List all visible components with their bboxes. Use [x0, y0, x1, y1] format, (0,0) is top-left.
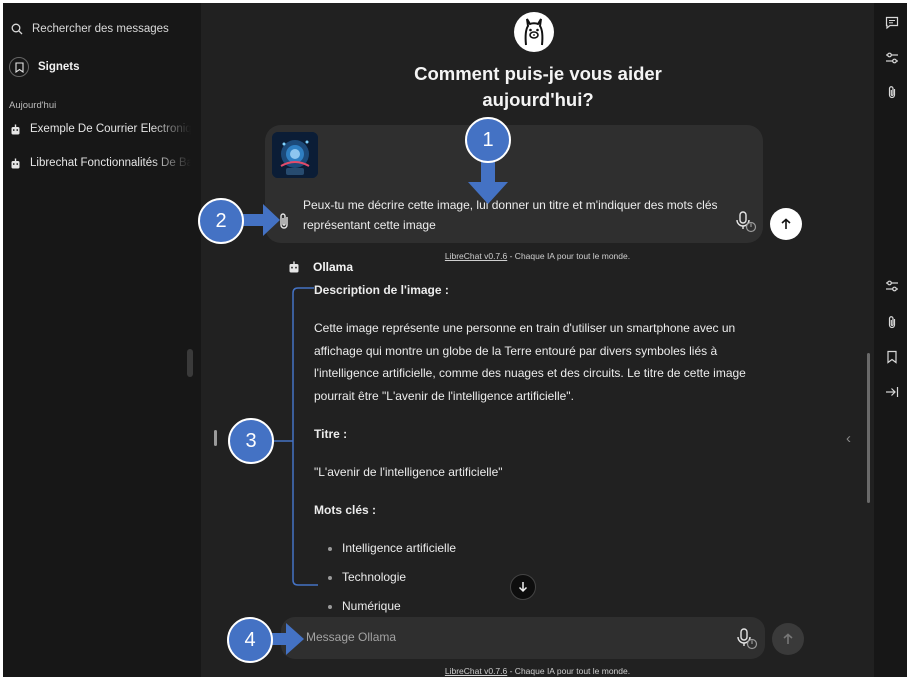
app-window: Rechercher des messages Signets Aujourd'…: [3, 3, 907, 677]
paperclip-icon[interactable]: [278, 212, 290, 230]
bookmark-icon[interactable]: [885, 350, 899, 364]
keyword-item: Technologie: [327, 566, 406, 589]
librechat-link[interactable]: LibreChat v0.7.6: [445, 251, 507, 261]
keywords-heading: Mots clés :: [314, 503, 377, 517]
fade-overlay: [151, 154, 191, 172]
sliders-icon[interactable]: [885, 279, 899, 293]
keyword-item: Intelligence artificielle: [327, 537, 456, 560]
message-input[interactable]: Message Ollama: [281, 617, 765, 659]
robot-icon: [11, 158, 20, 168]
search-icon: [11, 23, 23, 35]
fade-overlay: [151, 120, 191, 138]
bookmarks-label: Signets: [38, 61, 80, 73]
welcome-heading: Comment puis-je vous aider aujourd'hui?: [388, 61, 688, 113]
bot-name: Ollama: [313, 260, 354, 274]
description-heading: Description de l'image :: [314, 283, 449, 297]
prompt-box[interactable]: Peux-tu me décrire cette image, lui donn…: [265, 125, 763, 243]
annotation-badge-2: 2: [198, 198, 244, 244]
scrollbar[interactable]: [867, 353, 870, 503]
chat-main: Comment puis-je vous aider aujourd'hui? …: [201, 3, 874, 677]
footer-bottom: LibreChat v0.7.6 - Chaque IA pour tout l…: [201, 666, 874, 676]
paperclip-icon[interactable]: [885, 85, 899, 99]
chevron-left-icon[interactable]: ‹: [846, 430, 851, 447]
section-today: Aujourd'hui: [9, 100, 57, 111]
description-text: Cette image représente une personne en t…: [314, 321, 746, 403]
arrow-down-icon: [518, 582, 528, 593]
conversation-item[interactable]: Librechat Fonctionnalités De Base: [11, 154, 191, 172]
attached-image-thumbnail[interactable]: [272, 132, 318, 178]
title-heading: Titre :: [314, 427, 348, 441]
bot-header: Ollama: [289, 260, 353, 274]
bookmark-icon: [9, 57, 29, 77]
conversation-item[interactable]: Exemple De Courrier Electronique: [11, 120, 191, 138]
annotation-badge-1: 1: [465, 117, 511, 163]
annotation-badge-4: 4: [227, 617, 273, 663]
keyword-item: Numérique: [328, 595, 401, 618]
footer-tagline: - Chaque IA pour tout le monde.: [507, 251, 631, 261]
title-text: "L'avenir de l'intelligence artificielle…: [314, 465, 503, 479]
librechat-link[interactable]: LibreChat v0.7.6: [445, 666, 507, 676]
send-button-disabled[interactable]: [772, 623, 804, 655]
search-messages[interactable]: Rechercher des messages: [11, 19, 169, 39]
mic-icon[interactable]: [736, 628, 758, 650]
llama-icon: [514, 12, 554, 52]
message-placeholder: Message Ollama: [306, 630, 397, 644]
right-toolbar: [874, 3, 907, 677]
arrow-up-icon: [781, 218, 791, 229]
chat-icon[interactable]: [885, 16, 899, 30]
arrow-right-bar-icon[interactable]: [885, 385, 899, 399]
scroll-down-button[interactable]: [510, 574, 536, 600]
annotation-badge-3: 3: [228, 418, 274, 464]
prompt-text: Peux-tu me décrire cette image, lui donn…: [303, 198, 718, 232]
welcome-line-2: aujourd'hui?: [482, 89, 594, 110]
bookmarks-button[interactable]: Signets: [9, 55, 80, 79]
mic-icon[interactable]: [735, 211, 757, 233]
sliders-icon[interactable]: [885, 51, 899, 65]
sidebar: Rechercher des messages Signets Aujourd'…: [3, 3, 201, 677]
panel-handle-left[interactable]: [214, 430, 217, 446]
arrow-up-icon: [783, 633, 793, 644]
robot-icon: [11, 124, 20, 134]
search-label: Rechercher des messages: [32, 23, 169, 35]
robot-icon: [289, 261, 299, 273]
send-button[interactable]: [770, 208, 802, 240]
paperclip-icon[interactable]: [885, 315, 899, 329]
footer-tagline: - Chaque IA pour tout le monde.: [507, 666, 631, 676]
welcome-line-1: Comment puis-je vous aider: [414, 63, 662, 84]
sidebar-resize-handle[interactable]: [187, 349, 193, 377]
